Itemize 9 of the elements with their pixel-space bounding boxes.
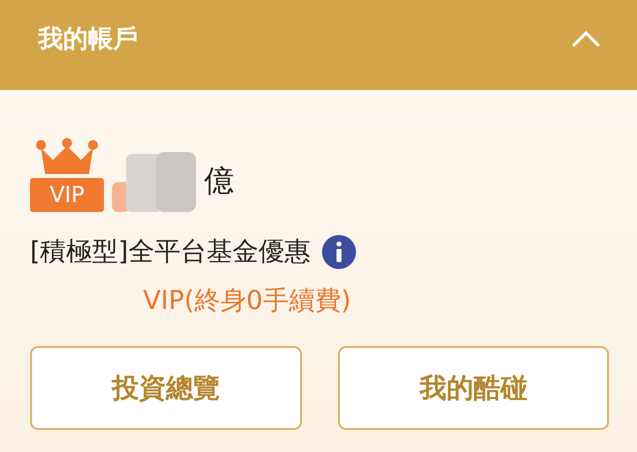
action-button[interactable]: 我的酷碰 — [338, 346, 609, 430]
action-button[interactable]: 投資總覽 — [30, 346, 302, 430]
info-icon[interactable] — [322, 234, 356, 268]
crown-icon — [35, 138, 99, 174]
offer-title: [積極型]全平台基金優惠 — [30, 236, 310, 269]
amount-unit: 億 — [204, 163, 234, 201]
offer-note: VIP(終身0手續費) — [143, 285, 352, 318]
section-title: 我的帳戶 — [38, 22, 138, 54]
vip-badge: VIP — [30, 178, 104, 212]
